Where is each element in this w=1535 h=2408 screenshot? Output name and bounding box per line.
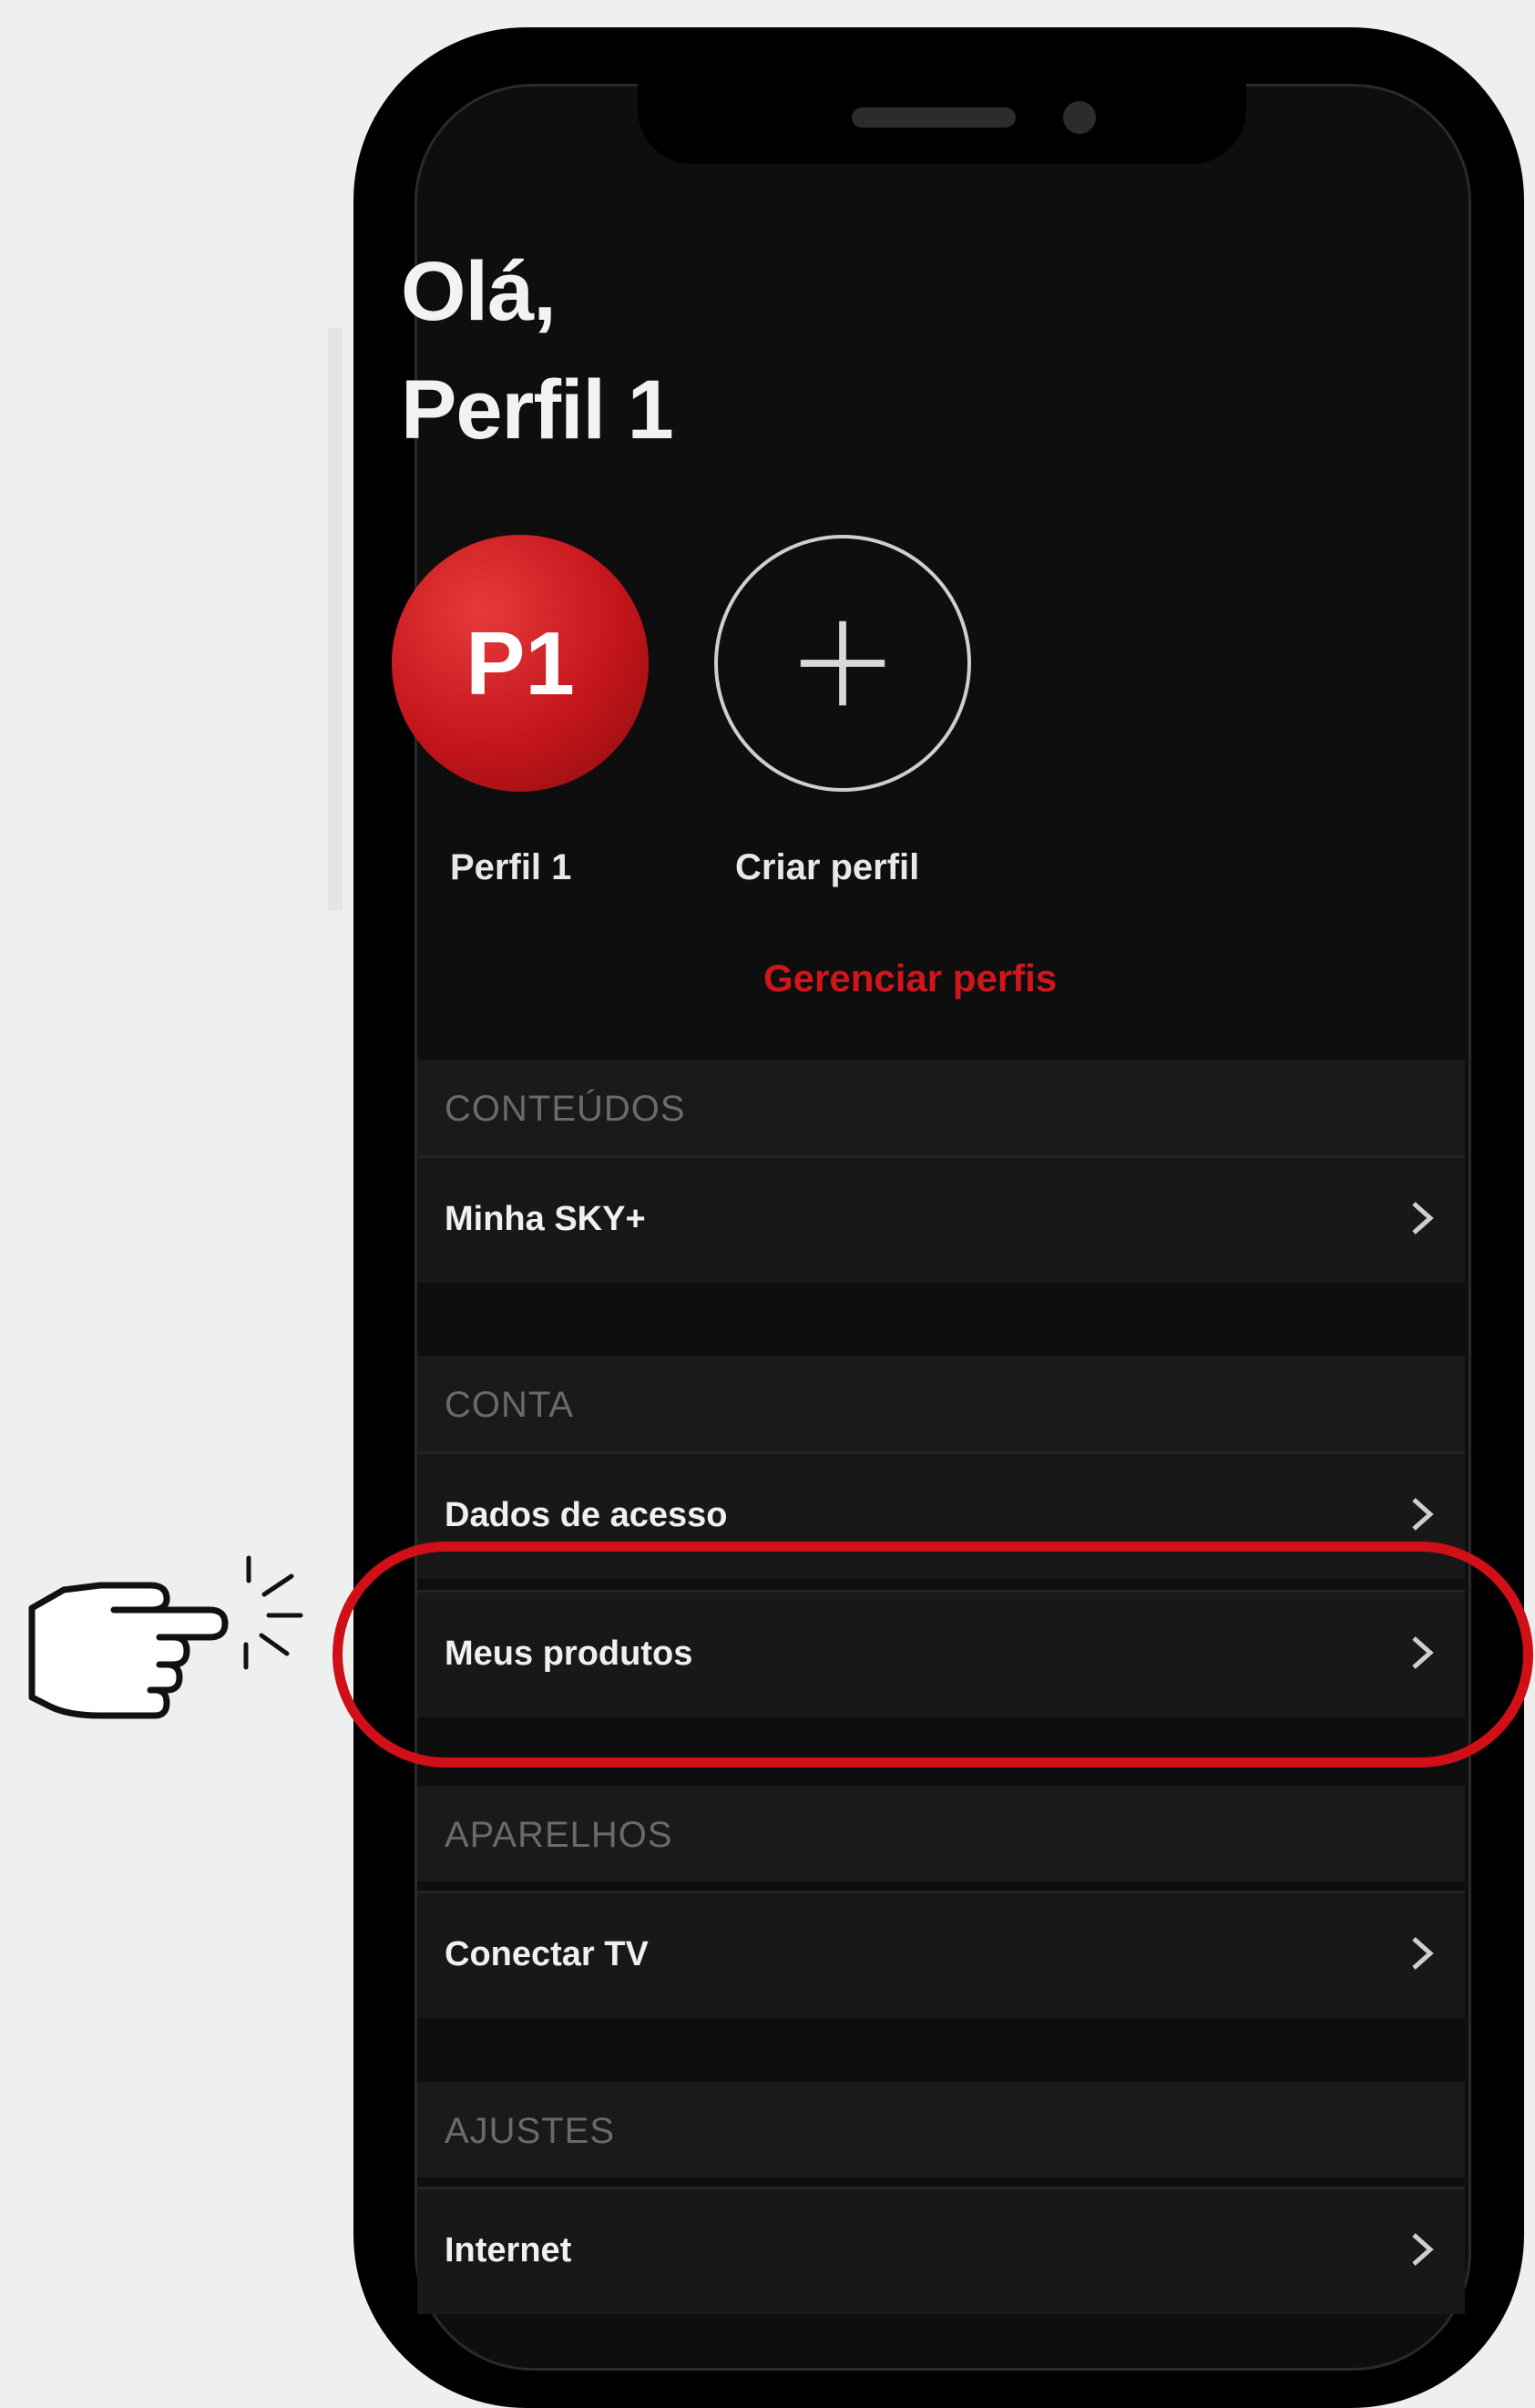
front-camera: [1063, 101, 1096, 134]
section-header-label: AJUSTES: [445, 2111, 616, 2151]
section-header-label: CONTEÚDOS: [445, 1089, 686, 1129]
list-item-label: Internet: [445, 2231, 572, 2270]
section-gap: [417, 1283, 1465, 1356]
profile-label-create: Criar perfil: [735, 847, 920, 887]
section-gap: [417, 2018, 1465, 2082]
background-ghost: [328, 328, 343, 911]
chevron-right-icon: [1412, 2233, 1434, 2266]
list-item-label: Conectar TV: [445, 1935, 649, 1973]
section-header-aparelhos: APARELHOS: [417, 1786, 1465, 1881]
avatar-initials: P1: [466, 612, 575, 713]
greeting-line-2: Perfil 1: [401, 364, 674, 456]
greeting-title: Olá, Perfil 1: [401, 232, 674, 469]
section-header-ajustes: AJUSTES: [417, 2082, 1465, 2177]
section-header-label: CONTA: [445, 1385, 575, 1425]
manage-profiles-link[interactable]: Gerenciar perfis: [763, 957, 1057, 1000]
section-header-label: APARELHOS: [445, 1815, 673, 1855]
list-item-minha-sky[interactable]: Minha SKY+: [417, 1155, 1465, 1283]
chevron-right-icon: [1412, 1937, 1434, 1970]
plus-icon: [800, 620, 885, 706]
list-item-internet[interactable]: Internet: [417, 2187, 1465, 2314]
chevron-right-icon: [1412, 1202, 1434, 1235]
section-header-conta: CONTA: [417, 1356, 1465, 1451]
list-item-label: Minha SKY+: [445, 1200, 646, 1238]
chevron-right-icon: [1412, 1498, 1434, 1531]
section-header-conteudos: CONTEÚDOS: [417, 1060, 1465, 1155]
hand-pointer-icon: [28, 1555, 303, 1719]
speaker-grille: [852, 108, 1016, 128]
create-profile-button[interactable]: [714, 535, 971, 792]
profile-avatar-p1[interactable]: P1: [392, 535, 649, 792]
profile-label-p1: Perfil 1: [450, 847, 572, 887]
greeting-line-1: Olá,: [401, 245, 557, 338]
list-item-conectar-tv[interactable]: Conectar TV: [417, 1891, 1465, 2018]
list-item-label: Dados de acesso: [445, 1496, 728, 1534]
highlight-ring: [333, 1542, 1533, 1768]
